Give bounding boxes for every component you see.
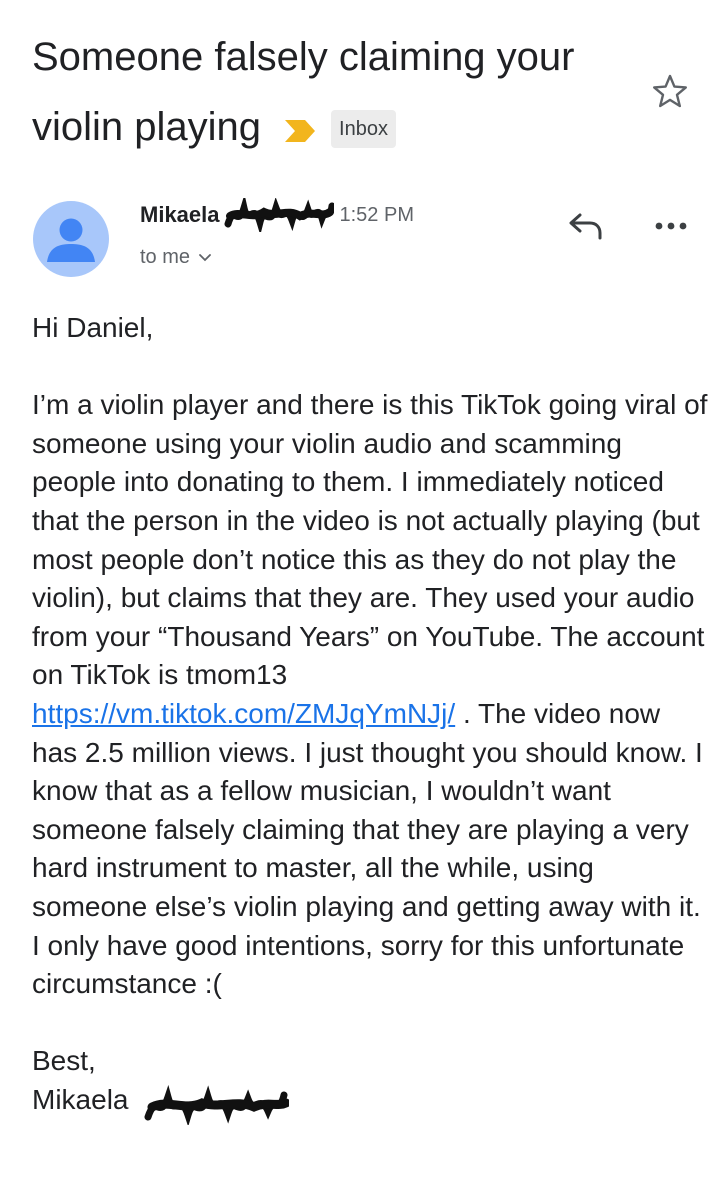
- sender-name[interactable]: Mikaela: [140, 202, 220, 228]
- importance-marker-icon[interactable]: [283, 118, 317, 144]
- sent-time: 1:52 PM: [339, 203, 414, 226]
- redaction-scribble: [224, 198, 334, 232]
- star-outline-icon[interactable]: [650, 72, 690, 112]
- avatar[interactable]: [33, 201, 109, 277]
- body-text-before-link: I’m a violin player and there is this Ti…: [32, 389, 708, 691]
- signature-name: Mikaela: [32, 1083, 129, 1115]
- recipient-toggle[interactable]: to me: [140, 246, 212, 269]
- subject-line-1: Someone falsely claiming your: [32, 35, 575, 79]
- signature-redaction-scribble: [144, 1084, 289, 1125]
- reply-arrow-icon[interactable]: [566, 209, 606, 241]
- email-body: Hi Daniel, I’m a violin player and there…: [32, 309, 712, 1125]
- signoff: Best,: [32, 1045, 96, 1077]
- signature-row: Mikaela: [32, 1081, 712, 1125]
- person-avatar-icon: [47, 218, 95, 262]
- sender-row: Mikaela 1:52 PM: [140, 197, 414, 233]
- email-subject: Someone falsely claiming your violin pla…: [32, 22, 652, 162]
- more-horizontal-icon[interactable]: [652, 213, 690, 239]
- inbox-label-badge[interactable]: Inbox: [331, 110, 396, 148]
- greeting: Hi Daniel,: [32, 312, 154, 343]
- tiktok-link[interactable]: https://vm.tiktok.com/ZMJqYmNJj/: [32, 698, 455, 729]
- chevron-down-icon: [199, 253, 211, 261]
- body-paragraph: I’m a violin player and there is this Ti…: [32, 386, 712, 1004]
- recipient-label: to me: [140, 246, 191, 268]
- subject-line-2-row: violin playing Inbox: [32, 92, 652, 162]
- body-text-after-link: . The video now has 2.5 million views. I…: [32, 697, 703, 1000]
- subject-line-2: violin playing: [32, 105, 262, 149]
